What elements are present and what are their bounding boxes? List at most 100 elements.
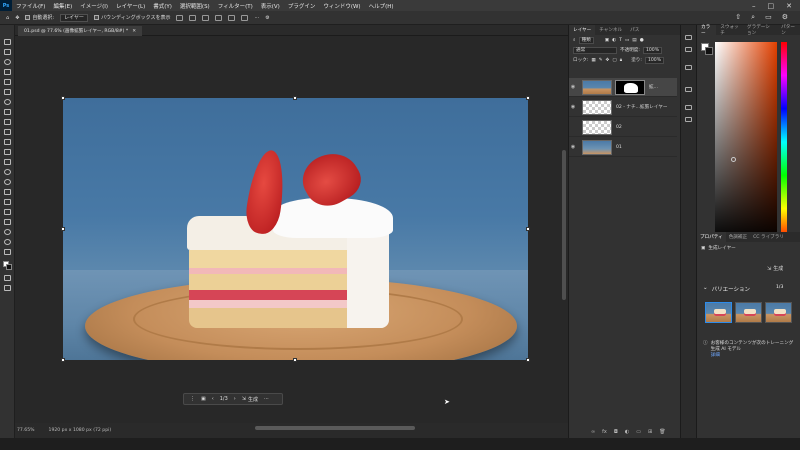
history-brush-icon[interactable] [4,139,11,145]
tab-layers[interactable]: レイヤー [569,25,596,35]
eraser-icon[interactable] [4,149,11,155]
filter-adjust-icon[interactable]: ◐ [612,38,616,43]
tab-cc-libraries[interactable]: CC ライブラリ [750,234,787,240]
dodge-tool-icon[interactable] [4,179,11,185]
horizontal-scrollbar[interactable] [255,426,415,430]
align-right-icon[interactable] [202,14,210,21]
link-layers-icon[interactable]: ∞ [591,429,595,435]
generative-icon[interactable]: ▣ [201,396,206,402]
blur-tool-icon[interactable] [4,169,11,175]
brush-tool-icon[interactable] [4,119,11,125]
character-icon[interactable] [685,117,692,122]
tab-channels[interactable]: チャンネル [595,27,626,33]
filter-shape-icon[interactable]: ▭ [625,38,629,43]
variation-thumbnail-3[interactable] [765,302,792,323]
transform-handle[interactable] [61,227,65,231]
pen-tool-icon[interactable] [4,189,11,195]
layer-row[interactable]: ◉ 拡... [569,78,677,97]
close-tab-icon[interactable]: ✕ [132,29,136,34]
eyedropper-icon[interactable] [4,99,11,105]
tab-patterns[interactable]: パターン [777,24,800,36]
menu-view[interactable]: 表示(V) [257,2,284,10]
transform-handle[interactable] [526,96,530,100]
variations-header[interactable]: ⌄ バリエーション 1/3 [703,285,783,293]
delete-layer-icon[interactable]: 🗑︎ [659,429,665,435]
gradient-tool-icon[interactable] [4,159,11,165]
menu-plugins[interactable]: プラグイン [284,2,320,10]
properties-generate-button[interactable]: ⇲ 生成 [767,265,783,273]
maximize-icon[interactable]: □ [768,2,775,10]
3d-mode-icon[interactable]: ⚙ [265,15,269,21]
document-tab[interactable]: 01.psd @ 77.6% (画像拡張レイヤー, RGB/8#) * ✕ [18,26,143,36]
type-tool-icon[interactable] [4,199,11,205]
lock-pixels-icon[interactable]: ▦ [591,58,595,63]
auto-select-dropdown[interactable]: レイヤー [60,13,88,22]
menu-edit[interactable]: 編集(E) [49,2,76,10]
layer-style-icon[interactable]: fx [602,429,607,435]
variation-thumbnail-1[interactable] [705,302,732,323]
learn-more-link[interactable]: 詳細 [711,353,720,358]
close-icon[interactable]: ✕ [786,2,792,10]
move-tool-icon[interactable] [4,39,11,45]
tab-paths[interactable]: パス [626,27,643,33]
healing-brush-icon[interactable] [4,109,11,115]
distribute-icon[interactable] [241,14,249,21]
menu-select[interactable]: 選択範囲(S) [176,2,214,10]
zoom-level[interactable]: 77.65% [17,428,35,433]
frame-tool-icon[interactable] [4,89,11,95]
prev-variation-icon[interactable]: ‹ [212,396,214,402]
brush-settings-icon[interactable] [685,105,692,110]
adjustment-layer-icon[interactable]: ◐ [625,429,629,435]
document-image[interactable] [63,98,528,360]
layer-row[interactable]: 02 [569,118,677,137]
opacity-field[interactable]: 100% [642,46,663,54]
libraries-icon[interactable] [685,87,692,92]
filter-pixel-icon[interactable]: ▣ [605,38,609,43]
transform-handle[interactable] [61,96,65,100]
layer-row[interactable]: ◉ 01 [569,138,677,157]
filter-toggle-icon[interactable]: ● [640,38,644,43]
more-tools-icon[interactable] [4,249,11,255]
quick-mask-icon[interactable] [4,275,11,281]
path-select-icon[interactable] [4,209,11,215]
blend-mode-dropdown[interactable]: 通常 [573,46,617,54]
tab-properties[interactable]: プロパティ [697,232,726,242]
lock-artboard-icon[interactable]: ▢ [612,58,616,63]
tab-adjustments[interactable]: 色調補正 [726,234,750,240]
adjust-icon[interactable] [685,65,692,70]
lock-position-icon[interactable]: ✥ [606,58,610,63]
object-select-icon[interactable] [4,69,11,75]
minimize-icon[interactable]: – [752,2,756,10]
filter-type-icon[interactable]: T [619,38,622,43]
menu-file[interactable]: ファイル(F) [12,2,49,10]
menu-type[interactable]: 書式(Y) [149,2,176,10]
filter-smart-icon[interactable]: ▤ [632,38,636,43]
workspace-icon[interactable]: ▭ [765,13,772,22]
transform-handle[interactable] [526,227,530,231]
visibility-eye-icon[interactable]: ◉ [569,84,577,90]
fill-field[interactable]: 100% [644,56,665,64]
menu-filter[interactable]: フィルター(T) [214,2,257,10]
menu-help[interactable]: ヘルプ(H) [365,2,398,10]
align-middle-icon[interactable] [228,14,236,21]
actions-icon[interactable] [685,47,692,52]
settings-icon[interactable]: ⚙ [782,13,788,22]
share-icon[interactable]: ⇧ [735,13,741,22]
new-group-icon[interactable]: ▭ [636,429,641,435]
hand-tool-icon[interactable] [4,229,11,235]
tab-gradients[interactable]: グラデーション [743,24,777,36]
lock-all-icon[interactable]: 🔒︎ [620,57,622,63]
zoom-tool-icon[interactable] [4,239,11,245]
tab-swatches[interactable]: スウォッチ [716,24,743,36]
home-icon[interactable]: ⌂ [6,15,9,21]
more-options-icon[interactable]: ··· [254,15,259,21]
hue-slider[interactable] [781,42,787,242]
next-variation-icon[interactable]: › [234,396,236,402]
lock-paint-icon[interactable]: ✎ [599,58,603,63]
screen-mode-icon[interactable] [4,285,11,291]
search-icon[interactable]: ⌕ [751,13,755,22]
layer-filter-dropdown[interactable]: 種類 [578,36,594,44]
marquee-tool-icon[interactable] [4,49,11,55]
history-icon[interactable] [685,35,692,40]
generate-button[interactable]: ⇲ 生成 [242,396,258,403]
